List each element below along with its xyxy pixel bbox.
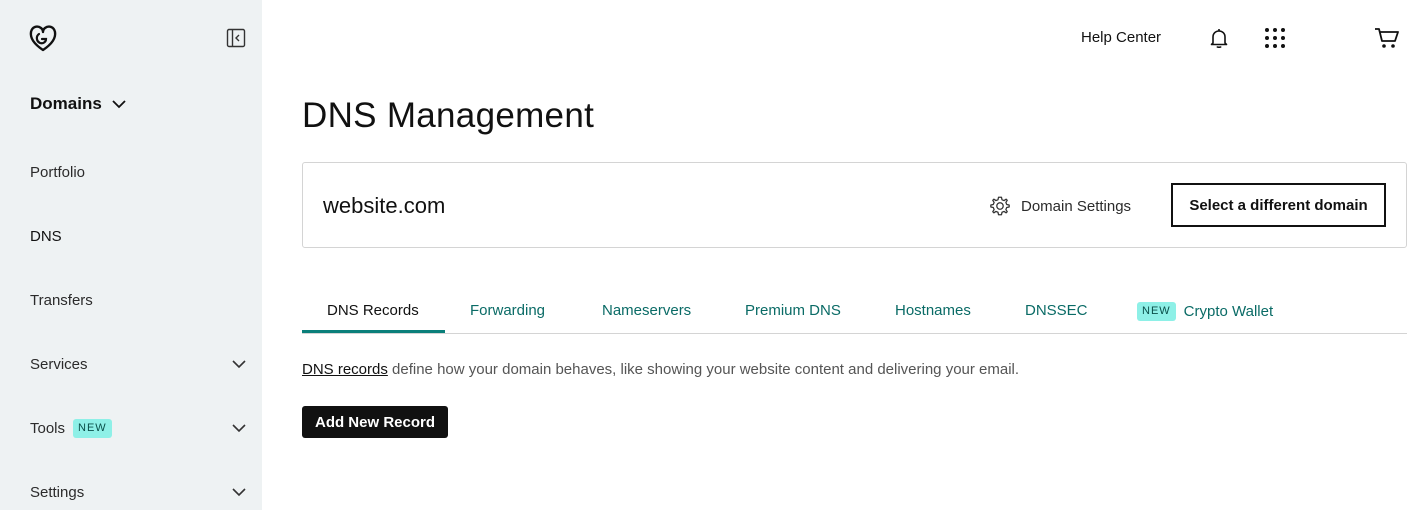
active-tab-indicator [302,330,445,333]
shopping-cart-icon[interactable] [1374,26,1400,50]
domain-settings-label: Domain Settings [1021,197,1132,215]
dns-records-link[interactable]: DNS records [302,361,388,378]
tab-label: Crypto Wallet [1183,303,1274,320]
sidebar-item-label: Transfers [30,291,93,309]
sidebar-item-label: DNS [30,227,62,245]
tab-label: Hostnames [895,302,971,319]
sidebar-item-label: Portfolio [30,163,86,181]
page-title: DNS Management [302,96,595,135]
add-new-record-button[interactable]: Add New Record [302,406,448,438]
notification-bell-icon[interactable] [1208,27,1230,49]
chevron-down-icon [232,360,246,369]
domain-name: website.com [323,193,446,218]
chevron-down-icon [232,424,246,433]
sidebar-item-label-wrap: Tools NEW [30,418,112,438]
tab-label: Nameservers [602,302,692,319]
chevron-down-icon [112,100,126,109]
sidebar-item-transfers[interactable]: Transfers [30,288,246,312]
tab-crypto-wallet[interactable]: NEW Crypto Wallet [1137,302,1273,321]
apps-grid-icon[interactable] [1264,27,1286,49]
godaddy-logo-icon[interactable] [28,24,58,52]
new-badge: NEW [1137,302,1176,321]
tab-label: Premium DNS [745,302,841,319]
tab-label: Forwarding [470,302,546,319]
tab-forwarding[interactable]: Forwarding [470,302,545,319]
tab-dnssec[interactable]: DNSSEC [1025,302,1088,319]
tab-label: DNSSEC [1025,302,1088,319]
sidebar-item-dns[interactable]: DNS [30,224,246,248]
help-center-link[interactable]: Help Center [1081,29,1161,46]
domains-section-label: Domains [30,94,102,113]
new-badge: NEW [73,418,112,438]
description-text: define how your domain behaves, like sho… [387,361,1020,378]
sidebar-item-label: Services [30,355,88,373]
sidebar-item-portfolio[interactable]: Portfolio [30,160,246,184]
sidebar-item-tools[interactable]: Tools NEW [30,416,246,440]
domain-card: website.com Domain Settings Select a dif… [302,162,1407,248]
domain-settings-button[interactable]: Domain Settings [989,195,1131,217]
sidebar-item-label: Tools [30,419,66,437]
tab-label: DNS Records [327,302,419,319]
dns-tabs: DNS Records Forwarding Nameservers Premi… [302,296,1407,334]
select-different-domain-button[interactable]: Select a different domain [1171,183,1386,227]
gear-icon [990,196,1010,216]
tab-dns-records[interactable]: DNS Records [327,302,419,319]
sidebar-item-services[interactable]: Services [30,352,246,376]
chevron-down-icon [232,488,246,497]
sidebar: Domains Portfolio DNS Transfers Services… [0,0,262,510]
tab-hostnames[interactable]: Hostnames [895,302,971,319]
sidebar-item-label: Settings [30,483,85,501]
tab-premium-dns[interactable]: Premium DNS [745,302,841,319]
domains-section-toggle[interactable]: Domains [30,94,126,114]
collapse-sidebar-icon[interactable] [226,28,246,48]
dns-records-description: DNS records define how your domain behav… [302,361,1019,378]
sidebar-item-settings[interactable]: Settings [30,480,246,504]
tab-nameservers[interactable]: Nameservers [602,302,691,319]
